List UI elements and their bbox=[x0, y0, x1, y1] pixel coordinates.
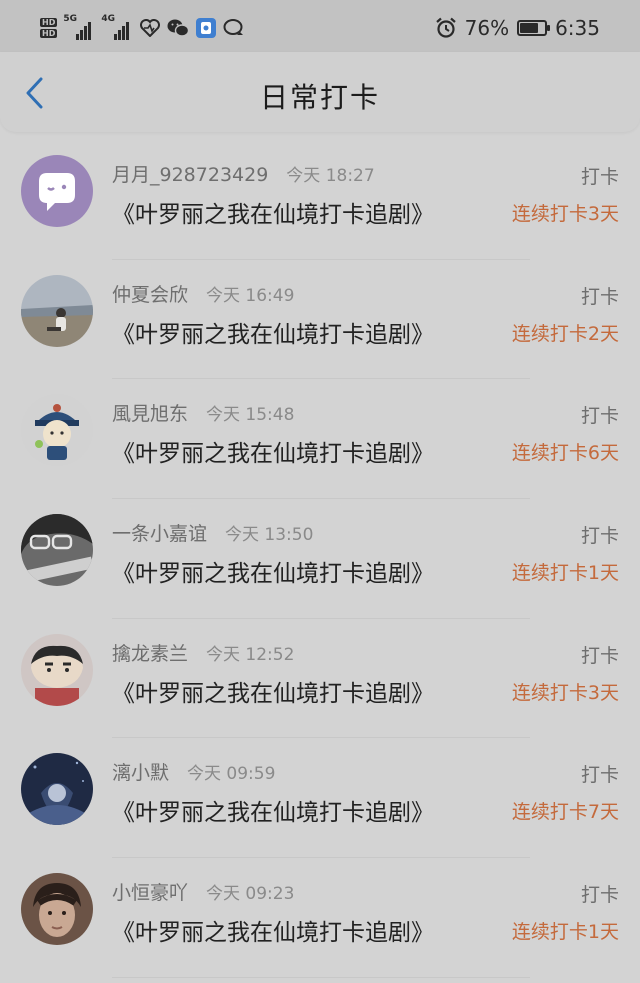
checkin-row[interactable]: 擒龙素兰 今天 12:52 打卡 《叶罗丽之我在仙境打卡追剧》 连续打卡3天 bbox=[0, 619, 640, 739]
checkin-time: 今天 09:59 bbox=[187, 764, 276, 785]
streak-count: 连续打卡3天 bbox=[511, 681, 619, 704]
network-5g-label: 5G bbox=[63, 14, 77, 24]
username[interactable]: 仲夏会欣 bbox=[112, 280, 188, 307]
title-bar: 日常打卡 bbox=[0, 52, 640, 132]
show-title[interactable]: 《叶罗丽之我在仙境打卡追剧》 bbox=[112, 195, 434, 229]
battery-percent: 76% bbox=[464, 16, 510, 40]
heart-pulse-icon bbox=[139, 17, 161, 39]
checkin-time: 今天 15:48 bbox=[206, 405, 295, 426]
message-icon bbox=[223, 17, 245, 39]
app-icon bbox=[195, 17, 217, 39]
username[interactable]: 風見旭东 bbox=[112, 399, 188, 426]
clock: 6:35 bbox=[555, 16, 600, 40]
page-title: 日常打卡 bbox=[259, 81, 380, 114]
checkin-action: 打卡 bbox=[580, 644, 619, 667]
checkin-action: 打卡 bbox=[580, 525, 619, 548]
checkin-row[interactable]: 小恒豪吖 今天 09:23 打卡 《叶罗丽之我在仙境打卡追剧》 连续打卡1天 bbox=[0, 858, 640, 978]
show-title[interactable]: 《叶罗丽之我在仙境打卡追剧》 bbox=[112, 434, 434, 468]
checkin-action: 打卡 bbox=[580, 884, 619, 907]
cartoon-avatar[interactable] bbox=[21, 394, 93, 467]
wechat-icon bbox=[167, 17, 190, 39]
show-title[interactable]: 《叶罗丽之我在仙境打卡追剧》 bbox=[112, 554, 434, 588]
show-title[interactable]: 《叶罗丽之我在仙境打卡追剧》 bbox=[112, 674, 434, 708]
streak-count: 连续打卡1天 bbox=[511, 562, 619, 585]
network-4g-label: 4G bbox=[101, 14, 115, 24]
status-right: 76% 6:35 bbox=[435, 14, 600, 42]
checkin-row[interactable]: 漓小默 今天 09:59 打卡 《叶罗丽之我在仙境打卡追剧》 连续打卡7天 bbox=[0, 738, 640, 858]
username[interactable]: 一条小嘉谊 bbox=[112, 519, 207, 546]
signal-5g-icon: 5G bbox=[63, 14, 95, 40]
streak-count: 连续打卡1天 bbox=[511, 921, 619, 944]
wink-avatar[interactable] bbox=[21, 155, 93, 227]
user-line: 小恒豪吖 今天 09:23 bbox=[112, 878, 294, 905]
checkin-row[interactable]: 一条小嘉谊 今天 13:50 打卡 《叶罗丽之我在仙境打卡追剧》 连续打卡1天 bbox=[0, 499, 640, 619]
checkin-time: 今天 13:50 bbox=[225, 525, 314, 546]
checkin-row[interactable]: 風見旭东 今天 15:48 打卡 《叶罗丽之我在仙境打卡追剧》 连续打卡6天 bbox=[0, 379, 640, 499]
hd-indicator: HD HD bbox=[40, 18, 58, 38]
username[interactable]: 擒龙素兰 bbox=[112, 639, 188, 666]
checkin-action: 打卡 bbox=[580, 405, 619, 428]
checkin-action: 打卡 bbox=[580, 285, 619, 308]
username[interactable]: 漓小默 bbox=[112, 758, 169, 785]
streak-count: 连续打卡2天 bbox=[511, 322, 619, 345]
streak-count: 连续打卡6天 bbox=[511, 442, 619, 465]
user-line: 風見旭东 今天 15:48 bbox=[112, 399, 294, 426]
hd-tag-2: HD bbox=[40, 29, 58, 38]
crayon-avatar[interactable] bbox=[21, 633, 93, 706]
show-title[interactable]: 《叶罗丽之我在仙境打卡追剧》 bbox=[112, 793, 434, 827]
signal-4g-icon: 4G bbox=[101, 14, 133, 40]
checkin-list: 月月_928723429 今天 18:27 打卡 《叶罗丽之我在仙境打卡追剧》 … bbox=[0, 140, 640, 978]
show-title[interactable]: 《叶罗丽之我在仙境打卡追剧》 bbox=[112, 315, 434, 349]
alarm-icon bbox=[435, 17, 457, 39]
hd-tag-1: HD bbox=[40, 18, 58, 27]
checkin-time: 今天 18:27 bbox=[286, 166, 375, 186]
checkin-action: 打卡 bbox=[580, 166, 619, 188]
portrait-avatar[interactable] bbox=[21, 873, 93, 946]
checkin-time: 今天 09:23 bbox=[206, 884, 295, 905]
checkin-time: 今天 12:52 bbox=[206, 644, 295, 665]
night-avatar[interactable] bbox=[21, 753, 93, 826]
beach-avatar[interactable] bbox=[21, 274, 93, 347]
user-line: 一条小嘉谊 今天 13:50 bbox=[112, 519, 313, 546]
user-line: 月月_928723429 今天 18:27 bbox=[112, 160, 375, 187]
streak-count: 连续打卡3天 bbox=[511, 203, 619, 225]
streak-count: 连续打卡7天 bbox=[511, 801, 619, 824]
show-title[interactable]: 《叶罗丽之我在仙境打卡追剧》 bbox=[112, 913, 434, 947]
status-left: HD HD 5G 4G bbox=[40, 14, 245, 42]
username[interactable]: 小恒豪吖 bbox=[112, 878, 188, 905]
glasses-avatar[interactable] bbox=[21, 514, 93, 587]
battery-fill bbox=[520, 23, 539, 33]
battery-icon bbox=[517, 20, 551, 36]
user-line: 擒龙素兰 今天 12:52 bbox=[112, 639, 294, 666]
checkin-time: 今天 16:49 bbox=[206, 285, 295, 306]
user-line: 漓小默 今天 09:59 bbox=[112, 758, 275, 785]
username[interactable]: 月月_928723429 bbox=[112, 160, 268, 187]
status-bar: HD HD 5G 4G 76% 6:35 bbox=[0, 0, 640, 52]
checkin-action: 打卡 bbox=[580, 764, 619, 787]
checkin-row[interactable]: 仲夏会欣 今天 16:49 打卡 《叶罗丽之我在仙境打卡追剧》 连续打卡2天 bbox=[0, 260, 640, 380]
checkin-row[interactable]: 月月_928723429 今天 18:27 打卡 《叶罗丽之我在仙境打卡追剧》 … bbox=[0, 140, 640, 260]
user-line: 仲夏会欣 今天 16:49 bbox=[112, 280, 294, 307]
